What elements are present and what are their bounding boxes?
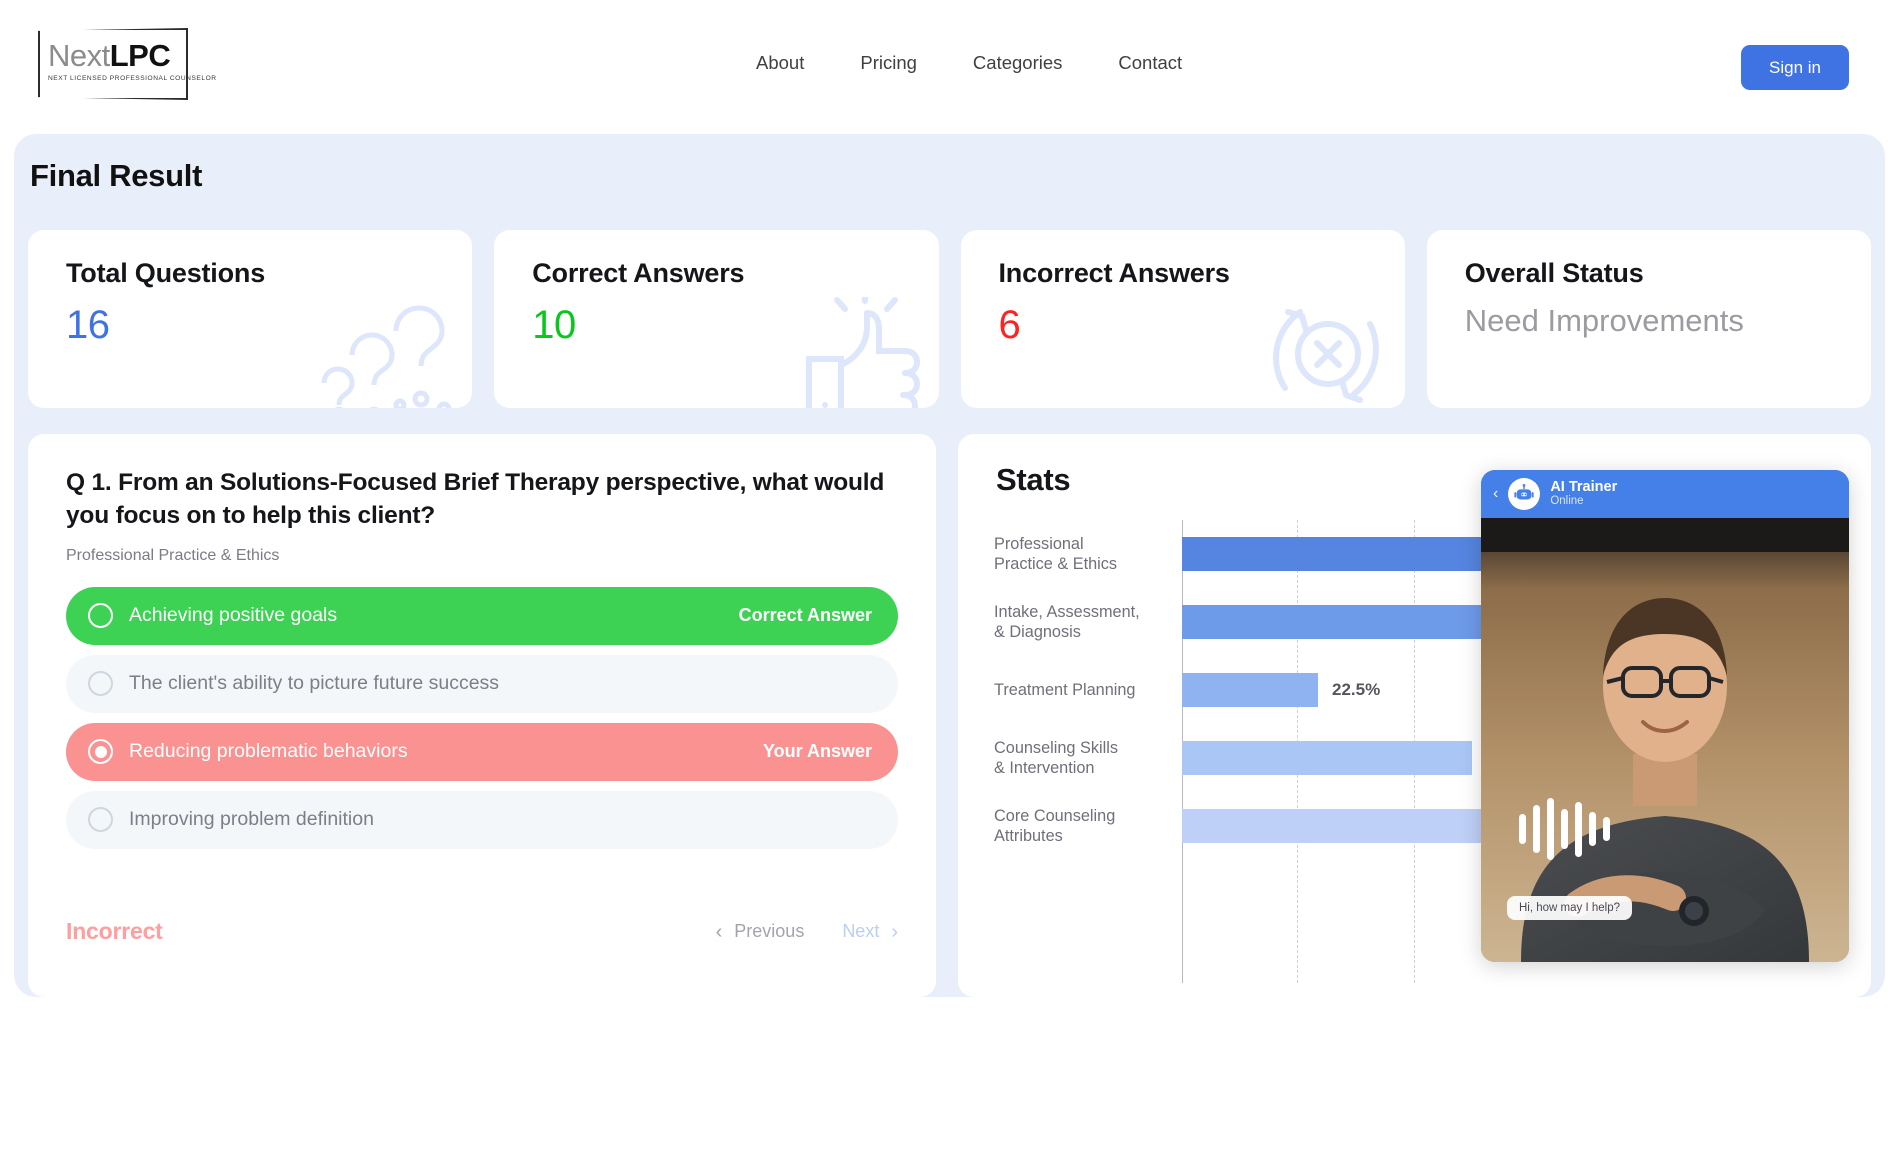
nav-item-categories[interactable]: Categories: [973, 52, 1062, 74]
radio-icon: [88, 671, 113, 697]
logo-word-next: Next: [48, 38, 110, 73]
card-title: Overall Status: [1464, 258, 1644, 288]
stats-title: Stats: [996, 462, 1071, 497]
chart-category-label: Counseling Skills & Intervention: [994, 738, 1118, 777]
ai-trainer-name: AI Trainer: [1550, 478, 1618, 495]
ai-chat-bubble: Hi, how may I help?: [1507, 896, 1632, 920]
card-total-questions: Total Questions 16: [28, 230, 473, 408]
nav-item-pricing[interactable]: Pricing: [860, 52, 917, 74]
audio-waveform-icon: [1519, 798, 1610, 860]
card-title: Total Questions: [66, 258, 266, 288]
previous-label: Previous: [734, 921, 805, 941]
option-label: Reducing problematic behaviors: [129, 740, 408, 763]
option-label: Achieving positive goals: [129, 604, 338, 627]
card-title: Correct Answers: [532, 258, 745, 288]
chart-bar: [1182, 741, 1472, 775]
answer-option[interactable]: Improving problem definition: [66, 790, 898, 849]
question-review-card: Q 1. From an Solutions-Focused Brief The…: [28, 434, 936, 997]
previous-button[interactable]: ‹ Previous: [716, 921, 805, 942]
radio-selected-icon: [88, 739, 113, 765]
app-page: NextLPC NEXT LICENSED PROFESSIONAL COUNS…: [0, 0, 1899, 1152]
robot-icon: [1508, 478, 1541, 510]
chart-category-label: Professional Practice & Ethics: [994, 534, 1118, 573]
summary-cards: Total Questions 16 Correct Answers 10 In…: [28, 230, 1871, 408]
logo-tagline: NEXT LICENSED PROFESSIONAL COUNSELOR: [48, 75, 217, 82]
ai-trainer-header: ‹ AI Trainer Online: [1481, 470, 1849, 518]
radio-icon: [88, 807, 113, 833]
card-correct-answers: Correct Answers 10: [494, 230, 939, 408]
page-title: Final Result: [30, 158, 203, 193]
question-prompt: Q 1. From an Solutions-Focused Brief The…: [66, 469, 885, 530]
chart-bar: [1182, 605, 1524, 639]
card-value: 10: [532, 303, 576, 347]
next-label: Next: [842, 921, 880, 941]
option-label: Improving problem definition: [129, 808, 374, 831]
chevron-right-icon: ›: [891, 920, 898, 943]
chevron-left-icon[interactable]: ‹: [1493, 485, 1498, 503]
logo-word-lpc: LPC: [109, 38, 171, 73]
card-overall-status: Overall Status Need Improvements: [1426, 230, 1871, 408]
chevron-left-icon: ‹: [715, 920, 723, 943]
answer-option[interactable]: The client's ability to picture future s…: [66, 654, 898, 713]
chart-category-label: Treatment Planning: [994, 680, 1136, 699]
answer-option-correct[interactable]: Achieving positive goals Correct Answer: [66, 586, 898, 645]
option-label: The client's ability to picture future s…: [129, 672, 500, 695]
correct-answer-tag: Correct Answer: [738, 605, 872, 626]
nav-item-contact[interactable]: Contact: [1118, 52, 1182, 74]
logo-wordmark: NextLPC: [48, 40, 182, 71]
final-result-panel: Final Result Total Questions 16 Correct …: [14, 134, 1885, 997]
site-logo[interactable]: NextLPC NEXT LICENSED PROFESSIONAL COUNS…: [38, 28, 217, 100]
stats-card: Stats Professional Practice & Ethics Int…: [958, 434, 1871, 997]
answer-verdict: Incorrect: [66, 918, 163, 944]
chart-category-label: Intake, Assessment, & Diagnosis: [994, 602, 1140, 641]
chart-bar: [1182, 537, 1527, 571]
ai-trainer-status: Online: [1550, 495, 1584, 508]
answer-option-selected-wrong[interactable]: Reducing problematic behaviors Your Answ…: [66, 722, 898, 781]
question-pager: ‹ Previous Next ›: [716, 921, 898, 942]
card-value: 16: [66, 303, 110, 347]
top-navigation-bar: NextLPC NEXT LICENSED PROFESSIONAL COUNS…: [0, 0, 1899, 130]
main-nav: About Pricing Categories Contact: [756, 52, 1182, 74]
chart-bar: [1182, 673, 1318, 707]
chart-bar-value: 22.5%: [1332, 680, 1381, 699]
next-button[interactable]: Next ›: [842, 921, 898, 942]
card-incorrect-answers: Incorrect Answers 6: [960, 230, 1405, 408]
sign-in-button[interactable]: Sign in: [1741, 45, 1849, 90]
answer-options-list: Achieving positive goals Correct Answer …: [66, 586, 898, 849]
result-detail-row: Q 1. From an Solutions-Focused Brief The…: [28, 434, 1871, 997]
your-answer-tag: Your Answer: [762, 741, 872, 762]
ai-trainer-widget[interactable]: ‹ AI Trainer Online Hi, how may I help?: [1481, 470, 1849, 962]
chart-bar: [1182, 809, 1514, 843]
ai-trainer-video-area: Hi, how may I help?: [1481, 518, 1849, 962]
card-title: Incorrect Answers: [998, 258, 1230, 288]
chart-category-label: Core Counseling Attributes: [994, 806, 1116, 845]
question-footer: Incorrect ‹ Previous Next ›: [66, 918, 898, 945]
nav-item-about[interactable]: About: [756, 52, 804, 74]
card-value: 6: [998, 303, 1021, 347]
question-category: Professional Practice & Ethics: [66, 546, 280, 564]
radio-icon: [88, 603, 113, 629]
status-badge: Need Improvements: [1464, 303, 1744, 338]
